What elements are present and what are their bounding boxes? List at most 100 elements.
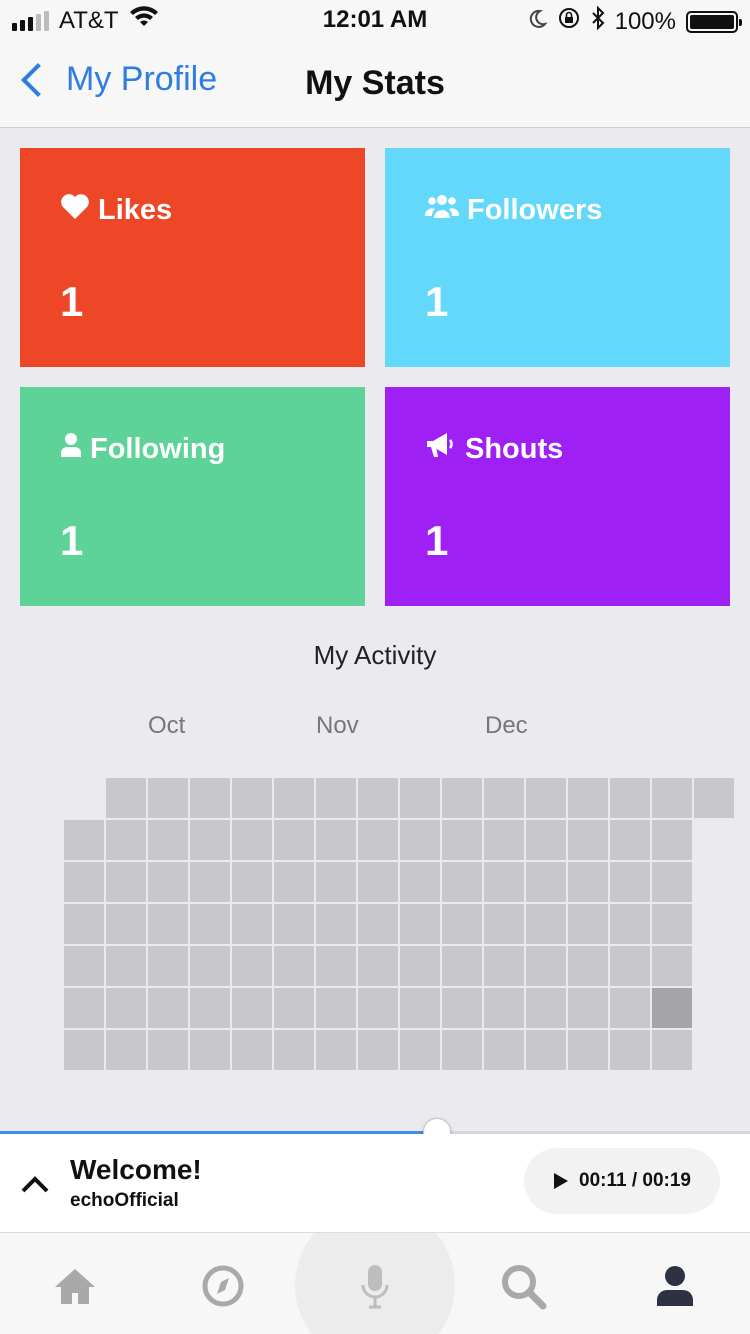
activity-cell	[148, 904, 188, 944]
activity-cell	[610, 820, 650, 860]
activity-cell	[652, 1030, 692, 1070]
shouts-count: 1	[425, 517, 449, 564]
activity-cell	[232, 988, 272, 1028]
home-icon	[55, 1269, 95, 1304]
activity-cell	[652, 862, 692, 902]
activity-cell	[106, 1030, 146, 1070]
activity-cell	[148, 778, 188, 818]
likes-count: 1	[60, 278, 84, 325]
microphone-icon	[361, 1265, 389, 1309]
activity-cell	[106, 988, 146, 1028]
tab-search[interactable]	[498, 1261, 548, 1311]
tab-discover[interactable]	[198, 1261, 248, 1311]
activity-cell	[64, 862, 104, 902]
activity-cell	[442, 904, 482, 944]
activity-cell	[400, 862, 440, 902]
activity-cell	[652, 820, 692, 860]
activity-cell	[484, 946, 524, 986]
activity-cell	[232, 1030, 272, 1070]
track-title: Welcome!	[70, 1154, 202, 1185]
activity-cell	[232, 862, 272, 902]
activity-cell	[148, 946, 188, 986]
activity-cell	[232, 778, 272, 818]
activity-cell	[652, 904, 692, 944]
activity-cell	[358, 778, 398, 818]
activity-cell	[442, 862, 482, 902]
playback-time: 00:11 / 00:19	[579, 1170, 691, 1191]
activity-cell	[148, 820, 188, 860]
expand-player-button[interactable]	[20, 1172, 50, 1196]
moon-icon	[527, 8, 548, 36]
activity-cell	[526, 988, 566, 1028]
activity-cell	[652, 946, 692, 986]
activity-cell	[610, 946, 650, 986]
activity-cell	[106, 820, 146, 860]
tab-home[interactable]	[50, 1261, 100, 1311]
activity-cell	[106, 778, 146, 818]
track-artist: echoOfficial	[70, 1190, 179, 1211]
followers-label: Followers	[467, 193, 603, 226]
user-icon	[60, 431, 82, 467]
activity-cell	[442, 988, 482, 1028]
activity-cell	[274, 988, 314, 1028]
activity-cell	[316, 988, 356, 1028]
activity-cell	[106, 862, 146, 902]
activity-cell	[358, 988, 398, 1028]
play-icon	[554, 1173, 568, 1189]
month-label-dec: Dec	[485, 712, 528, 739]
play-button[interactable]: 00:11 / 00:19	[524, 1148, 720, 1214]
activity-cell	[526, 1030, 566, 1070]
rotation-lock-icon	[557, 6, 581, 37]
likes-tile[interactable]: Likes 1	[20, 148, 365, 367]
activity-cell	[190, 1030, 230, 1070]
status-bar: AT&T 12:01 AM 100%	[0, 0, 750, 40]
activity-cell	[400, 1030, 440, 1070]
activity-cell	[610, 904, 650, 944]
activity-cell	[526, 820, 566, 860]
bluetooth-icon	[591, 5, 605, 37]
activity-cell	[484, 820, 524, 860]
following-tile[interactable]: Following 1	[20, 387, 365, 606]
activity-cell	[694, 778, 734, 818]
activity-cell	[526, 862, 566, 902]
activity-cell	[358, 1030, 398, 1070]
tab-profile[interactable]	[650, 1261, 700, 1311]
followers-tile[interactable]: Followers 1	[385, 148, 730, 367]
activity-cell	[64, 988, 104, 1028]
tab-bar	[0, 1233, 750, 1334]
activity-cell	[568, 778, 608, 818]
activity-cell	[484, 1030, 524, 1070]
heart-icon	[60, 192, 90, 228]
activity-cell	[400, 820, 440, 860]
search-icon	[502, 1265, 547, 1310]
activity-cell	[568, 946, 608, 986]
activity-cell	[316, 946, 356, 986]
activity-cell	[316, 820, 356, 860]
activity-cell	[400, 904, 440, 944]
shouts-label: Shouts	[465, 432, 564, 465]
following-label: Following	[90, 432, 226, 465]
activity-cell	[274, 778, 314, 818]
activity-title: My Activity	[313, 640, 437, 670]
activity-cell	[568, 904, 608, 944]
month-label-nov: Nov	[316, 712, 359, 739]
activity-cell	[484, 904, 524, 944]
activity-cell	[316, 778, 356, 818]
activity-cell	[484, 988, 524, 1028]
tab-record[interactable]	[350, 1261, 400, 1311]
shouts-tile[interactable]: Shouts 1	[385, 387, 730, 606]
activity-cell	[610, 1030, 650, 1070]
activity-cell	[358, 904, 398, 944]
page-title: My Stats	[305, 64, 445, 102]
activity-cell	[148, 988, 188, 1028]
activity-cell	[652, 988, 692, 1028]
activity-cell	[358, 946, 398, 986]
activity-cell	[568, 820, 608, 860]
activity-cell	[190, 862, 230, 902]
chevron-up-icon	[21, 1176, 49, 1193]
megaphone-icon	[425, 431, 457, 467]
activity-cell	[358, 820, 398, 860]
activity-cell	[442, 778, 482, 818]
activity-cell	[316, 862, 356, 902]
activity-cell	[232, 820, 272, 860]
